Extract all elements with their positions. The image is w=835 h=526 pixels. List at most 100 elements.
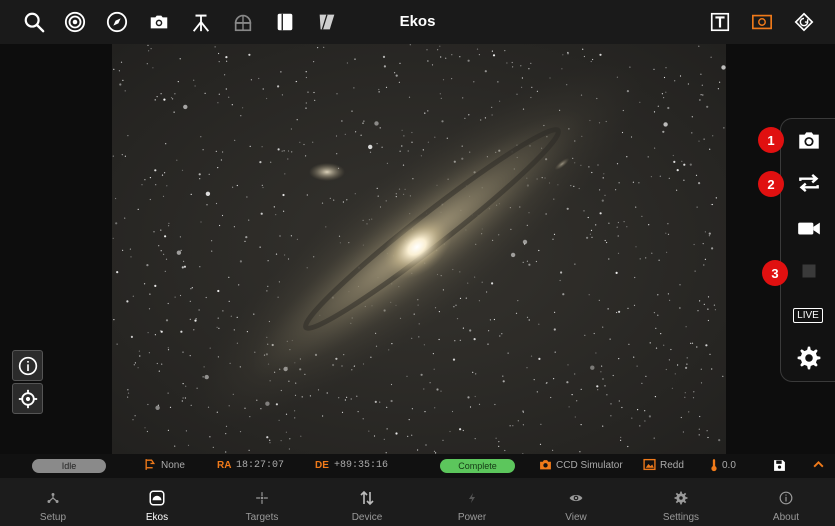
star bbox=[147, 44, 149, 46]
star bbox=[595, 224, 597, 226]
star bbox=[124, 155, 126, 157]
star bbox=[385, 86, 388, 88]
star bbox=[432, 353, 434, 355]
star bbox=[708, 232, 711, 235]
star bbox=[580, 424, 582, 426]
star bbox=[546, 382, 548, 384]
info-icon bbox=[18, 356, 37, 375]
star bbox=[696, 206, 698, 208]
star bbox=[517, 300, 519, 302]
star bbox=[710, 203, 713, 206]
star bbox=[663, 76, 666, 79]
star bbox=[636, 365, 638, 367]
star bbox=[431, 64, 434, 66]
save-icon[interactable] bbox=[773, 459, 786, 475]
nav-settings[interactable]: Settings bbox=[629, 478, 733, 526]
live-button[interactable]: LIVE bbox=[793, 301, 823, 329]
star bbox=[165, 258, 168, 260]
star bbox=[693, 243, 695, 246]
star bbox=[150, 48, 152, 50]
nav-power[interactable]: Power bbox=[420, 478, 524, 526]
star bbox=[146, 63, 148, 65]
nav-about[interactable]: About bbox=[734, 478, 835, 526]
star bbox=[627, 445, 629, 448]
nav-ekos[interactable]: Ekos bbox=[105, 478, 209, 526]
star bbox=[645, 257, 647, 259]
star bbox=[497, 81, 499, 83]
nav-targets[interactable]: Targets bbox=[210, 478, 314, 526]
star bbox=[616, 226, 618, 228]
star bbox=[721, 65, 726, 70]
camera-status-icon bbox=[539, 458, 552, 474]
star bbox=[489, 319, 491, 321]
loop-button[interactable] bbox=[795, 169, 823, 197]
star bbox=[602, 177, 604, 179]
star bbox=[467, 59, 470, 62]
star bbox=[647, 156, 649, 158]
star bbox=[440, 97, 442, 99]
star bbox=[281, 94, 283, 96]
star bbox=[174, 445, 176, 447]
star bbox=[530, 62, 532, 64]
frame-toggle-icon[interactable] bbox=[750, 10, 774, 34]
info-button[interactable] bbox=[12, 350, 43, 381]
video-button[interactable] bbox=[795, 214, 823, 242]
star bbox=[408, 96, 411, 98]
dome-icon[interactable] bbox=[231, 10, 255, 34]
star bbox=[205, 296, 207, 299]
star bbox=[267, 260, 269, 262]
text-toggle-icon[interactable] bbox=[708, 10, 732, 34]
galaxy-image[interactable] bbox=[112, 44, 726, 454]
star bbox=[209, 436, 211, 438]
star bbox=[222, 151, 224, 153]
star bbox=[663, 122, 668, 127]
star bbox=[723, 127, 725, 129]
star bbox=[362, 122, 364, 124]
star bbox=[583, 55, 585, 58]
expand-chevron-icon[interactable] bbox=[812, 458, 825, 474]
star bbox=[166, 185, 168, 187]
search-icon[interactable] bbox=[22, 10, 46, 34]
star bbox=[176, 250, 182, 255]
star bbox=[341, 120, 343, 122]
compass-icon[interactable] bbox=[105, 10, 129, 34]
star bbox=[148, 50, 150, 52]
nav-setup[interactable]: Setup bbox=[1, 478, 105, 526]
loop-icon bbox=[799, 173, 819, 193]
stop-button[interactable] bbox=[795, 257, 823, 285]
star bbox=[180, 330, 183, 333]
star bbox=[434, 136, 436, 138]
flat-panel-icon[interactable] bbox=[273, 10, 297, 34]
star bbox=[691, 342, 694, 344]
star bbox=[296, 238, 298, 240]
star bbox=[668, 359, 671, 361]
capture-settings-button[interactable] bbox=[795, 344, 823, 372]
nav-label-setup: Setup bbox=[39, 512, 67, 523]
tripod-icon[interactable] bbox=[189, 10, 213, 34]
star bbox=[626, 156, 628, 158]
crosshair-button[interactable] bbox=[12, 383, 43, 414]
star bbox=[270, 161, 272, 163]
star bbox=[684, 396, 686, 398]
star bbox=[164, 235, 167, 238]
star bbox=[698, 140, 700, 142]
rotate-toggle-icon[interactable] bbox=[792, 10, 816, 34]
filter-wheel-icon[interactable] bbox=[315, 10, 339, 34]
star bbox=[692, 397, 695, 399]
star bbox=[707, 296, 710, 298]
nav-view[interactable]: View bbox=[524, 478, 628, 526]
star bbox=[506, 62, 508, 64]
star bbox=[645, 375, 647, 377]
star bbox=[124, 217, 126, 219]
star bbox=[305, 102, 307, 104]
capture-button[interactable] bbox=[795, 126, 823, 154]
nav-device[interactable]: Device bbox=[315, 478, 419, 526]
live-icon: LIVE bbox=[793, 307, 823, 323]
camera-icon[interactable] bbox=[147, 10, 171, 34]
star bbox=[411, 141, 413, 143]
star bbox=[299, 141, 301, 143]
target-icon[interactable] bbox=[63, 10, 87, 34]
star bbox=[568, 406, 570, 408]
star bbox=[454, 340, 456, 342]
star bbox=[179, 236, 181, 238]
